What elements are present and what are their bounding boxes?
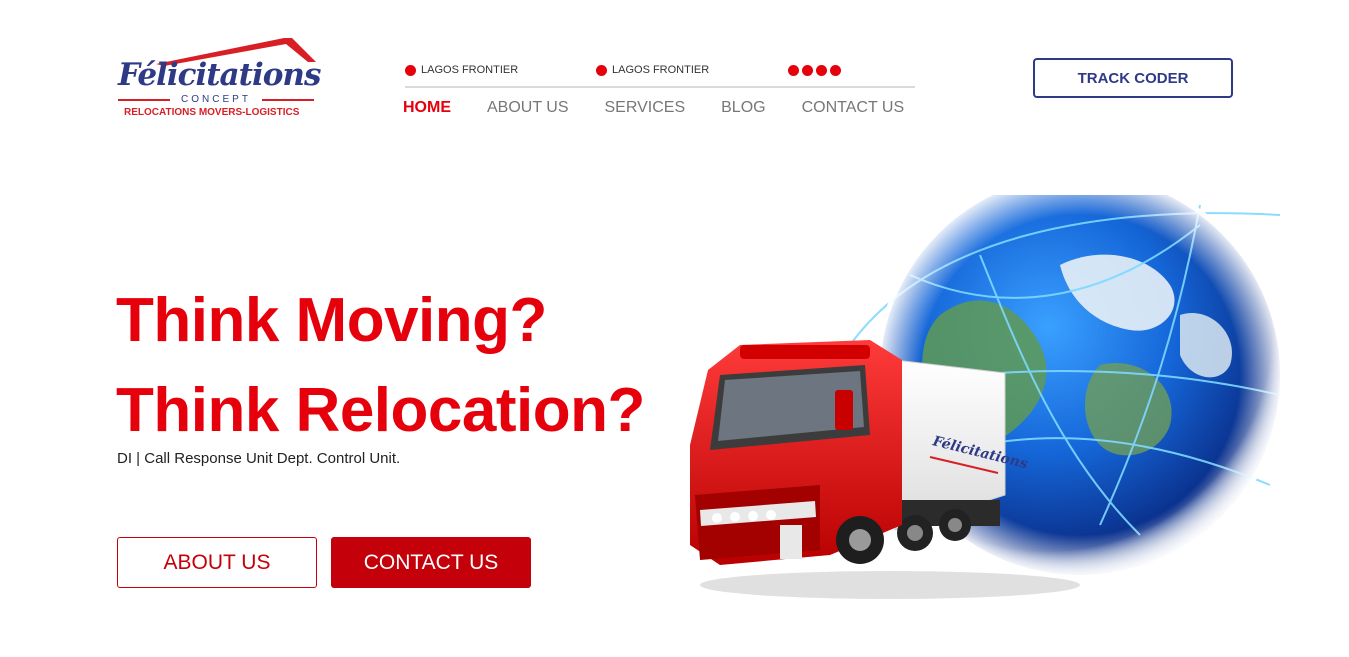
red-dot-icon <box>405 64 416 76</box>
about-us-button[interactable]: ABOUT US <box>117 537 317 588</box>
nav-services[interactable]: SERVICES <box>605 96 686 120</box>
info-item-label: LAGOS FRONTIER <box>421 64 519 76</box>
hero-headline-2: Think Relocation? <box>116 376 645 445</box>
contact-us-button[interactable]: CONTACT US <box>331 537 531 588</box>
main-nav: HOME ABOUT US SERVICES BLOG CONTACT US <box>403 96 940 120</box>
red-dot-icon <box>816 65 827 76</box>
indicator-dots <box>788 65 844 76</box>
brand-concept-row: CONCEPT <box>118 94 314 106</box>
hero-headline-1: Think Moving? <box>116 286 547 355</box>
red-dot-icon <box>596 64 607 76</box>
red-dot-icon <box>802 65 813 76</box>
nav-blog[interactable]: BLOG <box>721 96 765 120</box>
concept-divider-right <box>262 99 314 101</box>
track-coder-button[interactable]: TRACK CODER <box>1033 58 1233 98</box>
red-dot-icon <box>830 65 841 76</box>
top-info-bar: LAGOS FRONTIER LAGOS FRONTIER <box>405 64 915 80</box>
brand-name: Félicitations <box>118 57 321 93</box>
brand-logo[interactable]: Félicitations CONCEPT RELOCATIONS MOVERS… <box>116 36 321 122</box>
nav-about-us[interactable]: ABOUT US <box>487 96 569 120</box>
hero-subtext: DI | Call Response Unit Dept. Control Un… <box>117 450 401 467</box>
info-item-label: LAGOS FRONTIER <box>612 64 710 76</box>
red-dot-icon <box>788 65 799 76</box>
brand-tagline: RELOCATIONS MOVERS-LOGISTICS <box>124 107 300 118</box>
info-item-location-1: LAGOS FRONTIER <box>405 64 518 76</box>
info-item-location-2: LAGOS FRONTIER <box>596 64 709 76</box>
nav-contact-us[interactable]: CONTACT US <box>802 96 905 120</box>
nav-home[interactable]: HOME <box>403 96 451 120</box>
header-divider <box>405 86 915 88</box>
hero-truck-globe-image: Félicitations <box>690 195 1285 599</box>
